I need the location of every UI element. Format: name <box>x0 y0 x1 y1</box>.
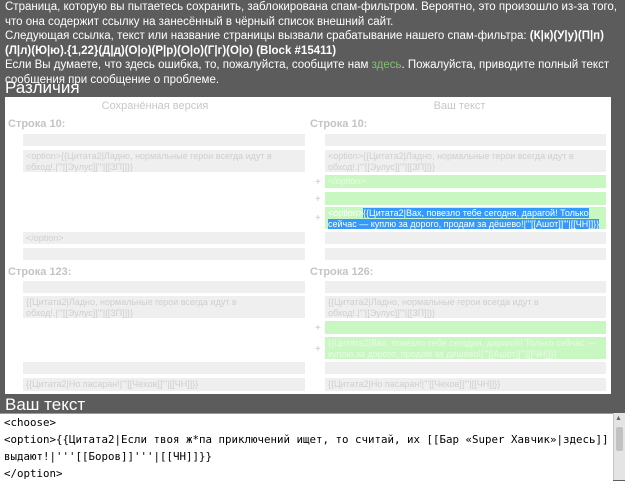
left-line-number: Строка 123: <box>8 266 72 278</box>
notice-line-3-before: Если Вы думаете, что здесь ошибка, то, п… <box>5 59 369 72</box>
editor-line: <option>{{Цитата2|Если твоя ж*па приключ… <box>4 433 609 446</box>
added-line-marker: + <box>315 213 321 224</box>
right-line-number: Строка 10: <box>310 118 368 130</box>
added-option-tag: <option> <box>328 208 364 218</box>
editor-line: </option> <box>4 467 63 480</box>
added-line-marker: + <box>315 177 321 188</box>
editor-line: <choose> <box>4 416 57 429</box>
added-line-marker: + <box>315 194 321 205</box>
your-text-header: Ваш текст <box>433 100 486 112</box>
diff-context-cell: {{Цитата2|Но пасаран!|'''[[Чехов]]'''|[[… <box>325 378 606 391</box>
diff-context-cell: <option>{{Цитата2|Ладно, нормальные геро… <box>325 150 606 172</box>
left-line-number: Строка 10: <box>8 118 66 130</box>
added-line-marker: + <box>315 344 321 355</box>
diff-context-cell: {{Цитата2|Но пасаран!|'''[[Чехов]]'''|[[… <box>23 378 305 391</box>
diff-context-cell <box>325 281 606 293</box>
diff-context-cell: <option>{{Цитата2|Ладно, нормальные геро… <box>23 150 305 172</box>
notice-line-1: Страница, которую вы пытаетесь сохранить… <box>5 1 617 28</box>
diff-added-cell <box>325 321 606 334</box>
added-line-marker: + <box>315 323 321 334</box>
diff-added-cell: {{Цитата2|Вах, повезло тебе сегодня, дар… <box>325 337 606 359</box>
scroll-up-icon[interactable]: ▲ <box>615 415 622 422</box>
notice-line-3: Если Вы думаете, что здесь ошибка, то, п… <box>5 58 619 87</box>
editor-scrollbar[interactable]: ▲ <box>613 413 625 480</box>
diff-added-cell: </option> <box>325 175 606 188</box>
diff-table: Сохранённая версия Ваш текст Строка 10: … <box>5 97 611 394</box>
diff-context-cell <box>23 362 305 374</box>
diff-context-cell <box>23 248 305 260</box>
right-line-number: Строка 126: <box>310 266 374 278</box>
diff-context-cell: </option> <box>23 232 305 244</box>
diff-context-cell <box>325 362 606 374</box>
diff-context-cell <box>23 281 305 293</box>
diff-added-cell: <option>{{Цитата2|Вах, повезло тебе сего… <box>325 207 606 229</box>
diff-context-cell: {{Цитата2|Ладно, нормальные герои всегда… <box>325 296 606 318</box>
spam-filter-notice: Страница, которую вы пытаетесь сохранить… <box>5 0 619 88</box>
diff-context-cell <box>23 134 305 146</box>
diff-context-cell <box>325 248 606 260</box>
editor-line: выдают!|'''[[Боров]]'''|[[ЧН]]}} <box>4 450 213 463</box>
diff-context-cell: {{Цитата2|Ладно, нормальные герои всегда… <box>23 296 305 318</box>
diff-context-cell <box>325 134 606 146</box>
wikitext-editor[interactable]: <choose> <option>{{Цитата2|Если твоя ж*п… <box>0 413 613 481</box>
notice-line-2-text: Следующая ссылка, текст или название стр… <box>5 30 527 43</box>
scrollbar-thumb[interactable] <box>616 427 623 451</box>
diff-context-cell <box>325 232 606 244</box>
report-here-link[interactable]: здесь <box>372 59 402 71</box>
saved-version-header: Сохранённая версия <box>101 100 209 112</box>
your-text-section-title: Ваш текст <box>5 395 86 414</box>
diff-added-cell <box>325 192 606 205</box>
diff-section-title: Различия <box>5 78 80 97</box>
notice-line-2: Следующая ссылка, текст или название стр… <box>5 29 619 58</box>
selected-spam-text: {{Цитата2|Вах, повезло тебе сегодня, дар… <box>328 208 600 229</box>
